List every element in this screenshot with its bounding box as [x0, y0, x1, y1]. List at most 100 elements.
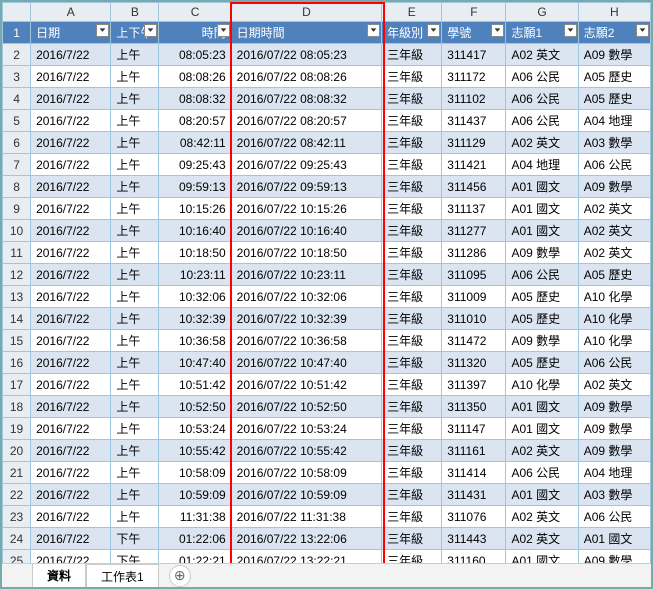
- cell-grade[interactable]: 三年級: [382, 396, 442, 418]
- table-row[interactable]: 122016/7/22上午10:23:112016/07/22 10:23:11…: [3, 264, 651, 286]
- cell-w2[interactable]: A03 數學: [578, 484, 650, 506]
- cell-grade[interactable]: 三年級: [382, 88, 442, 110]
- cell-ampm[interactable]: 上午: [111, 88, 159, 110]
- cell-time[interactable]: 09:25:43: [159, 154, 231, 176]
- cell-grade[interactable]: 三年級: [382, 220, 442, 242]
- col-header-C[interactable]: C: [159, 3, 231, 22]
- cell-dt[interactable]: 2016/07/22 09:59:13: [231, 176, 381, 198]
- cell-time[interactable]: 08:20:57: [159, 110, 231, 132]
- cell-w2[interactable]: A10 化學: [578, 308, 650, 330]
- row-header-2[interactable]: 2: [3, 44, 31, 66]
- cell-grade[interactable]: 三年級: [382, 176, 442, 198]
- row-header-16[interactable]: 16: [3, 352, 31, 374]
- new-sheet-button[interactable]: ⊕: [169, 565, 191, 587]
- row-header-24[interactable]: 24: [3, 528, 31, 550]
- cell-dt[interactable]: 2016/07/22 10:23:11: [231, 264, 381, 286]
- cell-id[interactable]: 311076: [442, 506, 506, 528]
- cell-grade[interactable]: 三年級: [382, 154, 442, 176]
- cell-dt[interactable]: 2016/07/22 10:55:42: [231, 440, 381, 462]
- cell-w1[interactable]: A06 公民: [506, 110, 578, 132]
- cell-dt[interactable]: 2016/07/22 08:42:11: [231, 132, 381, 154]
- cell-w1[interactable]: A02 英文: [506, 132, 578, 154]
- cell-date[interactable]: 2016/7/22: [31, 66, 111, 88]
- cell-time[interactable]: 10:32:39: [159, 308, 231, 330]
- filter-icon[interactable]: [96, 24, 109, 37]
- table-row[interactable]: 52016/7/22上午08:20:572016/07/22 08:20:57三…: [3, 110, 651, 132]
- cell-date[interactable]: 2016/7/22: [31, 242, 111, 264]
- cell-w2[interactable]: A05 歷史: [578, 88, 650, 110]
- cell-id[interactable]: 311350: [442, 396, 506, 418]
- cell-w2[interactable]: A04 地理: [578, 110, 650, 132]
- cell-ampm[interactable]: 上午: [111, 242, 159, 264]
- cell-date[interactable]: 2016/7/22: [31, 484, 111, 506]
- cell-id[interactable]: 311010: [442, 308, 506, 330]
- table-header-4[interactable]: 年級別: [382, 22, 442, 44]
- cell-w1[interactable]: A02 英文: [506, 506, 578, 528]
- cell-time[interactable]: 10:36:58: [159, 330, 231, 352]
- cell-id[interactable]: 311397: [442, 374, 506, 396]
- cell-date[interactable]: 2016/7/22: [31, 550, 111, 564]
- cell-ampm[interactable]: 上午: [111, 176, 159, 198]
- table-row[interactable]: 202016/7/22上午10:55:422016/07/22 10:55:42…: [3, 440, 651, 462]
- cell-w2[interactable]: A02 英文: [578, 242, 650, 264]
- cell-dt[interactable]: 2016/07/22 10:32:06: [231, 286, 381, 308]
- cell-w1[interactable]: A01 國文: [506, 198, 578, 220]
- cell-time[interactable]: 08:08:26: [159, 66, 231, 88]
- cell-date[interactable]: 2016/7/22: [31, 198, 111, 220]
- row-header-11[interactable]: 11: [3, 242, 31, 264]
- filter-icon[interactable]: [564, 24, 577, 37]
- cell-dt[interactable]: 2016/07/22 10:58:09: [231, 462, 381, 484]
- cell-dt[interactable]: 2016/07/22 10:53:24: [231, 418, 381, 440]
- cell-dt[interactable]: 2016/07/22 08:08:32: [231, 88, 381, 110]
- row-header-23[interactable]: 23: [3, 506, 31, 528]
- cell-w2[interactable]: A09 數學: [578, 418, 650, 440]
- cell-ampm[interactable]: 上午: [111, 506, 159, 528]
- cell-date[interactable]: 2016/7/22: [31, 154, 111, 176]
- cell-date[interactable]: 2016/7/22: [31, 88, 111, 110]
- cell-grade[interactable]: 三年級: [382, 132, 442, 154]
- cell-id[interactable]: 311443: [442, 528, 506, 550]
- row-header-8[interactable]: 8: [3, 176, 31, 198]
- cell-w1[interactable]: A01 國文: [506, 176, 578, 198]
- cell-w1[interactable]: A05 歷史: [506, 352, 578, 374]
- cell-id[interactable]: 311129: [442, 132, 506, 154]
- row-header-14[interactable]: 14: [3, 308, 31, 330]
- cell-date[interactable]: 2016/7/22: [31, 440, 111, 462]
- table-row[interactable]: 82016/7/22上午09:59:132016/07/22 09:59:13三…: [3, 176, 651, 198]
- cell-id[interactable]: 311437: [442, 110, 506, 132]
- cell-date[interactable]: 2016/7/22: [31, 374, 111, 396]
- cell-w2[interactable]: A10 化學: [578, 330, 650, 352]
- cell-date[interactable]: 2016/7/22: [31, 396, 111, 418]
- cell-ampm[interactable]: 上午: [111, 132, 159, 154]
- cell-w2[interactable]: A09 數學: [578, 440, 650, 462]
- cell-id[interactable]: 311160: [442, 550, 506, 564]
- cell-ampm[interactable]: 上午: [111, 462, 159, 484]
- cell-w1[interactable]: A01 國文: [506, 418, 578, 440]
- cell-ampm[interactable]: 下午: [111, 528, 159, 550]
- cell-date[interactable]: 2016/7/22: [31, 506, 111, 528]
- table-header-1[interactable]: 上下午: [111, 22, 159, 44]
- cell-w2[interactable]: A06 公民: [578, 352, 650, 374]
- cell-dt[interactable]: 2016/07/22 10:15:26: [231, 198, 381, 220]
- cell-grade[interactable]: 三年級: [382, 484, 442, 506]
- row-header-18[interactable]: 18: [3, 396, 31, 418]
- cell-ampm[interactable]: 上午: [111, 220, 159, 242]
- cell-w1[interactable]: A01 國文: [506, 220, 578, 242]
- cell-w2[interactable]: A01 國文: [578, 528, 650, 550]
- cell-date[interactable]: 2016/7/22: [31, 220, 111, 242]
- cell-grade[interactable]: 三年級: [382, 440, 442, 462]
- cell-w1[interactable]: A05 歷史: [506, 308, 578, 330]
- cell-w2[interactable]: A02 英文: [578, 198, 650, 220]
- cell-grade[interactable]: 三年級: [382, 550, 442, 564]
- cell-time[interactable]: 10:15:26: [159, 198, 231, 220]
- cell-w1[interactable]: A10 化學: [506, 374, 578, 396]
- cell-time[interactable]: 08:08:32: [159, 88, 231, 110]
- cell-w2[interactable]: A06 公民: [578, 506, 650, 528]
- table-row[interactable]: 142016/7/22上午10:32:392016/07/22 10:32:39…: [3, 308, 651, 330]
- col-header-E[interactable]: E: [382, 3, 442, 22]
- cell-w1[interactable]: A06 公民: [506, 462, 578, 484]
- cell-id[interactable]: 311161: [442, 440, 506, 462]
- cell-w1[interactable]: A09 數學: [506, 330, 578, 352]
- filter-icon[interactable]: [491, 24, 504, 37]
- cell-grade[interactable]: 三年級: [382, 506, 442, 528]
